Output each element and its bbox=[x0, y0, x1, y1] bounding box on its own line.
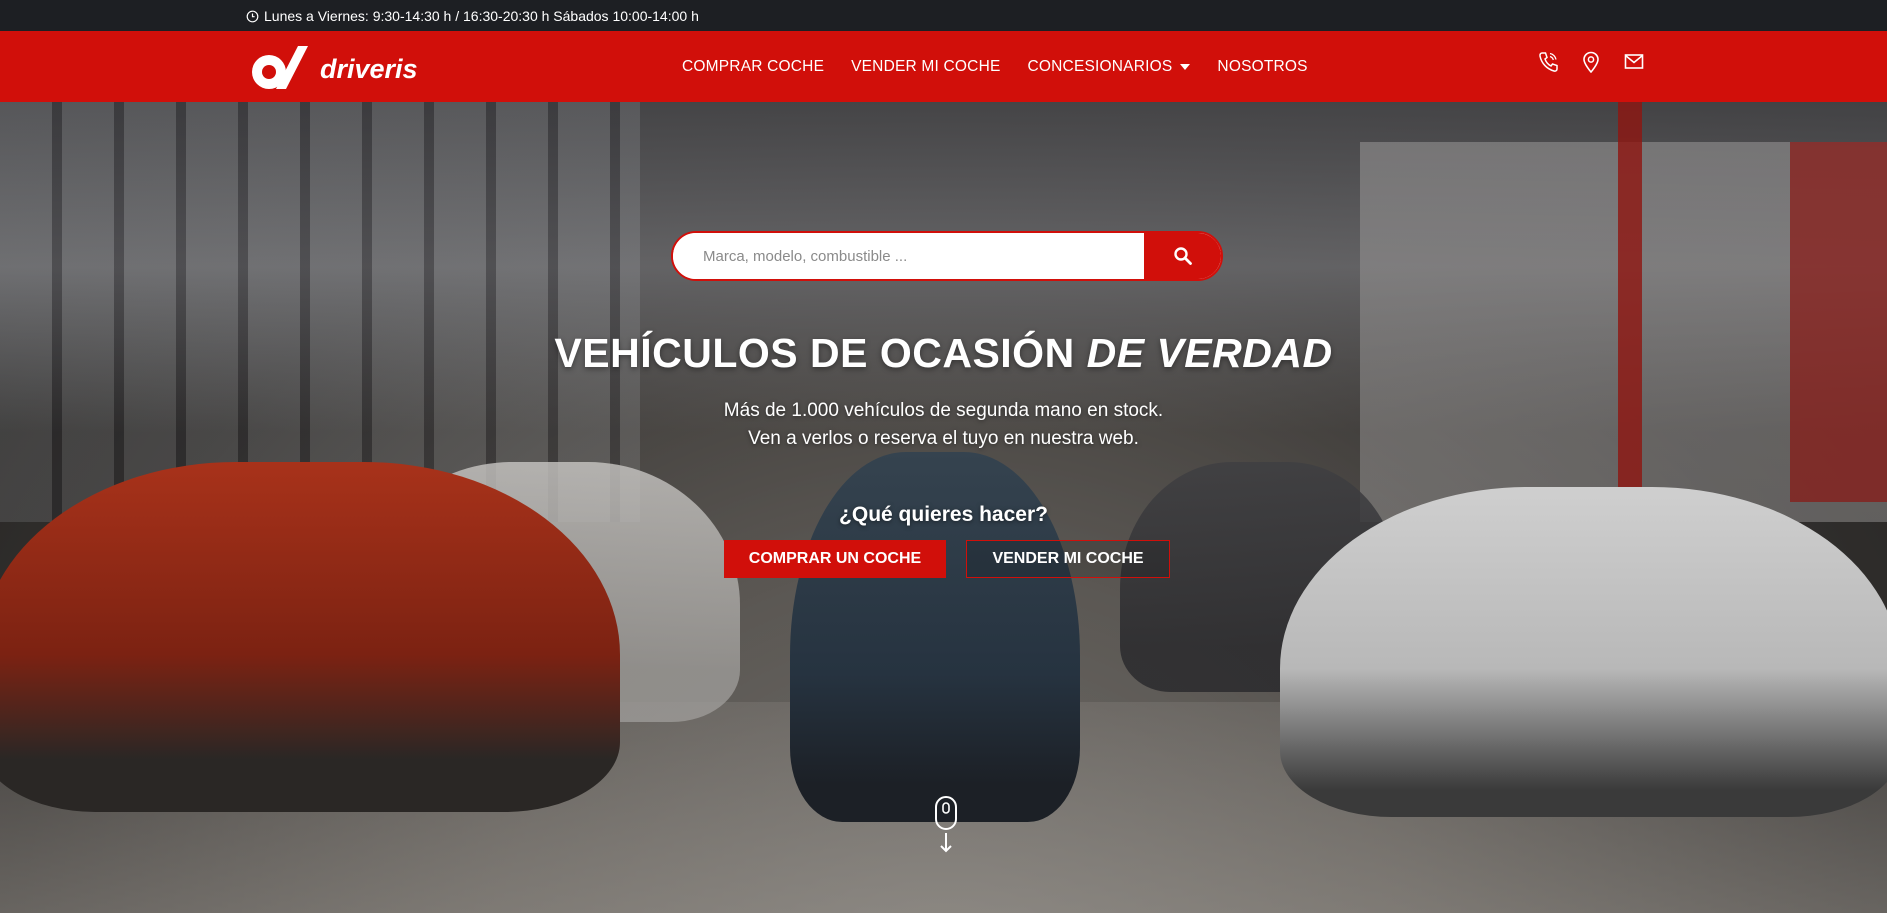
top-info-bar: Lunes a Viernes: 9:30-14:30 h / 16:30-20… bbox=[0, 0, 1887, 31]
nav-label: NOSOTROS bbox=[1217, 57, 1308, 75]
nav-vender-mi-coche[interactable]: VENDER MI COCHE bbox=[851, 58, 1000, 76]
hero-background-pillar bbox=[1618, 102, 1642, 522]
nav-label: COMPRAR COCHE bbox=[682, 57, 825, 75]
mail-icon[interactable] bbox=[1624, 51, 1644, 73]
hero-headline: VEHÍCULOS DE OCASIÓN DE VERDAD bbox=[0, 330, 1887, 377]
clock-icon bbox=[246, 10, 259, 23]
caret-down-icon bbox=[1180, 63, 1191, 70]
header-contact-icons bbox=[1538, 51, 1644, 74]
driveris-logo[interactable]: driveris bbox=[246, 42, 436, 92]
site-header: driveris COMPRAR COCHE VENDER MI COCHE C… bbox=[0, 31, 1887, 102]
hero-question: ¿Qué quieres hacer? bbox=[839, 503, 1048, 526]
location-pin-icon[interactable] bbox=[1581, 51, 1601, 74]
hero-subtitle: Más de 1.000 vehículos de segunda mano e… bbox=[0, 397, 1887, 453]
sell-car-button[interactable]: VENDER MI COCHE bbox=[966, 540, 1170, 578]
nav-nosotros[interactable]: NOSOTROS bbox=[1217, 58, 1307, 76]
nav-concesionarios[interactable]: CONCESIONARIOS bbox=[1028, 58, 1191, 76]
phone-icon[interactable] bbox=[1538, 51, 1558, 73]
search-button[interactable] bbox=[1144, 233, 1221, 279]
nav-label: VENDER MI COCHE bbox=[851, 57, 1001, 75]
subtitle-line: Ven a verlos o reserva el tuyo en nuestr… bbox=[748, 428, 1139, 449]
opening-hours-text: Lunes a Viernes: 9:30-14:30 h / 16:30-20… bbox=[264, 8, 699, 24]
car-image bbox=[1280, 487, 1887, 817]
headline-main: VEHÍCULOS DE OCASIÓN bbox=[554, 330, 1075, 376]
hero-background-windows bbox=[0, 102, 640, 522]
buy-car-button[interactable]: COMPRAR UN COCHE bbox=[724, 540, 946, 578]
headline-emphasis: DE VERDAD bbox=[1086, 330, 1333, 376]
subtitle-line: Más de 1.000 vehículos de segunda mano e… bbox=[723, 400, 1164, 421]
main-nav: COMPRAR COCHE VENDER MI COCHE CONCESIONA… bbox=[682, 31, 1308, 102]
opening-hours: Lunes a Viernes: 9:30-14:30 h / 16:30-20… bbox=[246, 8, 699, 24]
nav-label: CONCESIONARIOS bbox=[1027, 57, 1173, 75]
search-icon bbox=[1173, 247, 1192, 265]
nav-comprar-coche[interactable]: COMPRAR COCHE bbox=[682, 58, 824, 76]
logo-wordmark: driveris bbox=[320, 54, 418, 84]
scroll-down-icon[interactable] bbox=[931, 795, 963, 857]
search-input[interactable] bbox=[673, 233, 1146, 279]
vehicle-search bbox=[671, 231, 1223, 281]
